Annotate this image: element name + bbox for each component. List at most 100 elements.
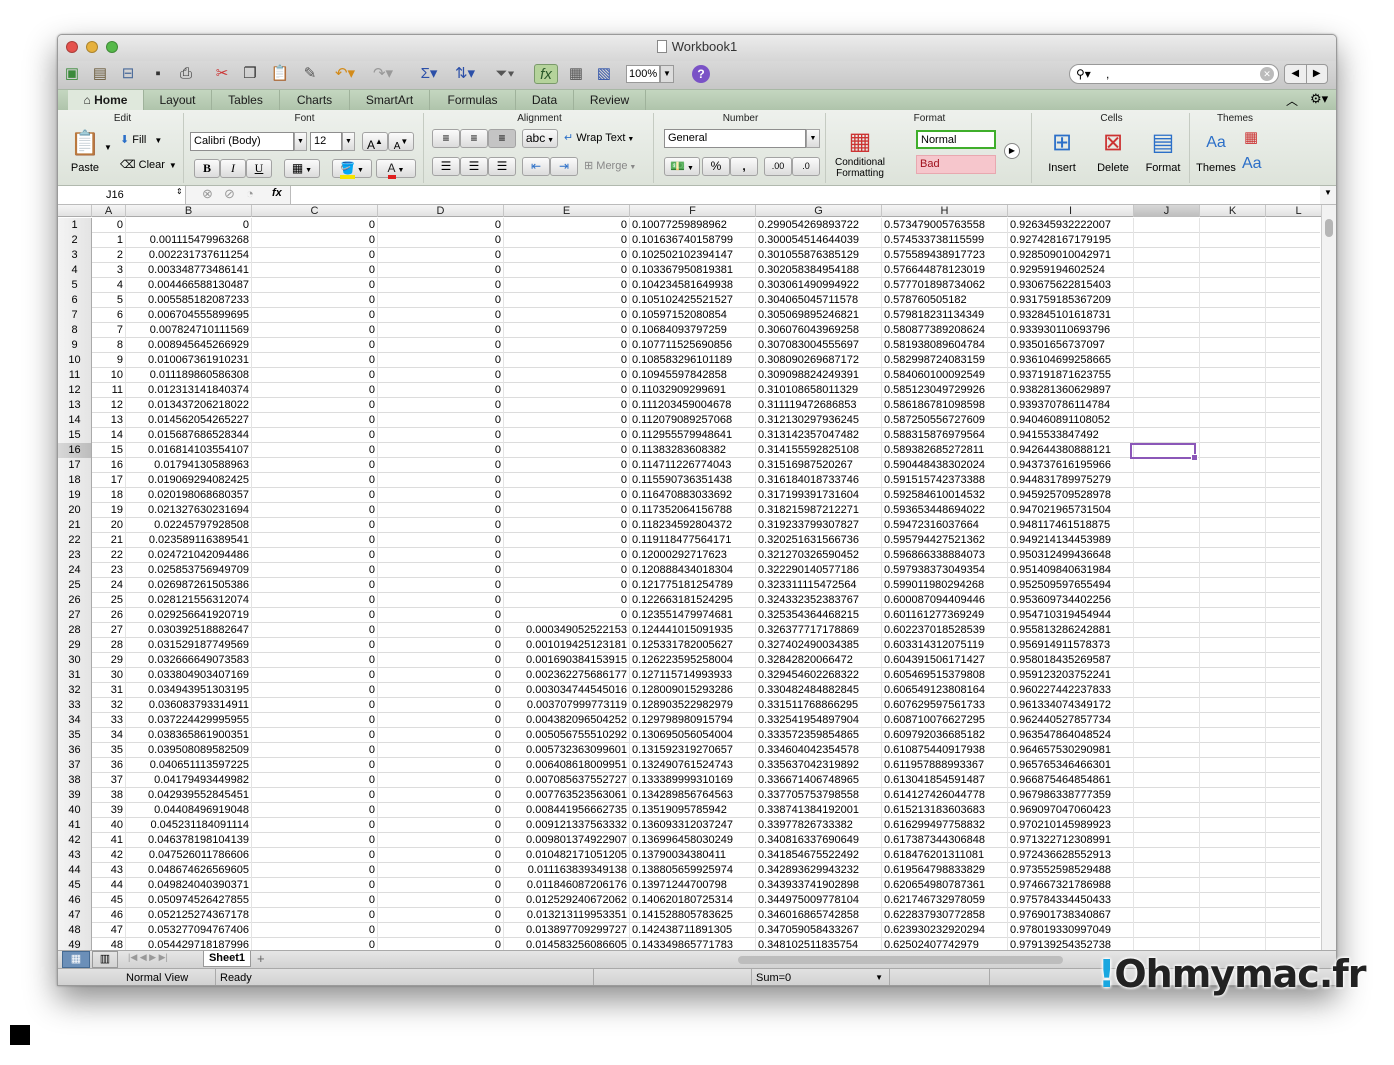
cell-h8[interactable]: 0.580877389208624 (882, 323, 1008, 338)
cell-d32[interactable]: 0 (378, 683, 504, 698)
row-header[interactable]: 23 (58, 548, 92, 563)
align-middle-icon[interactable]: ≡ (460, 129, 488, 148)
cell-h21[interactable]: 0.59472316037664 (882, 518, 1008, 533)
cell-f16[interactable]: 0.11383283608382 (630, 443, 756, 458)
cell-h5[interactable]: 0.577701898734062 (882, 278, 1008, 293)
cell-a21[interactable]: 20 (92, 518, 126, 533)
cell-b46[interactable]: 0.050974526427855 (126, 893, 252, 908)
cell-f9[interactable]: 0.107711525690856 (630, 338, 756, 353)
cell-d41[interactable]: 0 (378, 818, 504, 833)
cell-h38[interactable]: 0.613041854591487 (882, 773, 1008, 788)
cell-d6[interactable]: 0 (378, 293, 504, 308)
cell-i41[interactable]: 0.970210145989923 (1008, 818, 1134, 833)
cell-a17[interactable]: 16 (92, 458, 126, 473)
cell-c16[interactable]: 0 (252, 443, 378, 458)
name-box-stepper-icon[interactable]: ⇕ (176, 187, 183, 196)
cell-a5[interactable]: 4 (92, 278, 126, 293)
row-header[interactable]: 17 (58, 458, 92, 473)
cell-a47[interactable]: 46 (92, 908, 126, 923)
cell-e33[interactable]: 0.003707999773119 (504, 698, 630, 713)
cell-d26[interactable]: 0 (378, 593, 504, 608)
cell-k7[interactable] (1200, 308, 1266, 323)
cell-i33[interactable]: 0.961334074349172 (1008, 698, 1134, 713)
cell-i20[interactable]: 0.947021965731504 (1008, 503, 1134, 518)
cell-d9[interactable]: 0 (378, 338, 504, 353)
cell-k2[interactable] (1200, 233, 1266, 248)
currency-button[interactable]: 💵 ▼ (664, 157, 700, 176)
cell-e12[interactable]: 0 (504, 383, 630, 398)
cell-f21[interactable]: 0.118234592804372 (630, 518, 756, 533)
cell-f22[interactable]: 0.119118477564171 (630, 533, 756, 548)
row-header[interactable]: 2 (58, 233, 92, 248)
cell-j12[interactable] (1134, 383, 1200, 398)
cell-e36[interactable]: 0.005732363099601 (504, 743, 630, 758)
themes-button[interactable]: Aa Themes (1196, 127, 1236, 177)
save-icon[interactable]: ▪ (148, 64, 168, 84)
cell-c45[interactable]: 0 (252, 878, 378, 893)
expand-formula-icon[interactable]: ▼ (1324, 188, 1332, 197)
font-name-select[interactable]: Calibri (Body) (190, 132, 294, 151)
cell-g29[interactable]: 0.327402490034385 (756, 638, 882, 653)
cell-g31[interactable]: 0.329454602268322 (756, 668, 882, 683)
cell-a24[interactable]: 23 (92, 563, 126, 578)
cell-i5[interactable]: 0.930675622815403 (1008, 278, 1134, 293)
cell-e24[interactable]: 0 (504, 563, 630, 578)
cell-b32[interactable]: 0.034943951303195 (126, 683, 252, 698)
cell-d15[interactable]: 0 (378, 428, 504, 443)
name-box[interactable]: J16 (58, 186, 186, 204)
cell-j4[interactable] (1134, 263, 1200, 278)
row-header[interactable]: 5 (58, 278, 92, 293)
style-bad[interactable]: Bad (916, 155, 996, 174)
cancel-formula-icon[interactable]: ⊗ (202, 186, 213, 202)
cell-c32[interactable]: 0 (252, 683, 378, 698)
percent-button[interactable]: % (702, 157, 730, 176)
cell-a31[interactable]: 30 (92, 668, 126, 683)
number-format-select[interactable]: General (664, 129, 806, 148)
copy-icon[interactable]: ❐ (240, 64, 260, 84)
cell-a28[interactable]: 27 (92, 623, 126, 638)
zoom-input[interactable]: 100% (626, 65, 660, 83)
cell-i42[interactable]: 0.971322712308991 (1008, 833, 1134, 848)
cell-h29[interactable]: 0.603314312075119 (882, 638, 1008, 653)
cell-a22[interactable]: 21 (92, 533, 126, 548)
cell-e46[interactable]: 0.012529240672062 (504, 893, 630, 908)
cell-a23[interactable]: 22 (92, 548, 126, 563)
cell-a26[interactable]: 25 (92, 593, 126, 608)
cell-d36[interactable]: 0 (378, 743, 504, 758)
cell-a2[interactable]: 1 (92, 233, 126, 248)
cell-k18[interactable] (1200, 473, 1266, 488)
row-header[interactable]: 35 (58, 728, 92, 743)
cell-j2[interactable] (1134, 233, 1200, 248)
cell-a18[interactable]: 17 (92, 473, 126, 488)
cell-d4[interactable]: 0 (378, 263, 504, 278)
cell-h45[interactable]: 0.620654980787361 (882, 878, 1008, 893)
cell-d42[interactable]: 0 (378, 833, 504, 848)
cell-h7[interactable]: 0.579818231134349 (882, 308, 1008, 323)
cell-e21[interactable]: 0 (504, 518, 630, 533)
cell-c12[interactable]: 0 (252, 383, 378, 398)
format-cells-button[interactable]: ▤ Format (1138, 127, 1188, 177)
cell-c39[interactable]: 0 (252, 788, 378, 803)
cell-e44[interactable]: 0.011163839349138 (504, 863, 630, 878)
font-color-button[interactable]: A ▼ (376, 159, 416, 179)
cell-d48[interactable]: 0 (378, 923, 504, 938)
spreadsheet-grid[interactable]: ABCDEFGHIJKL 1 0 0 0 0 0 0.10077259898962 0.299… (58, 205, 1336, 950)
zoom-button[interactable] (106, 41, 118, 53)
cell-h22[interactable]: 0.595794427521362 (882, 533, 1008, 548)
cell-c38[interactable]: 0 (252, 773, 378, 788)
decrease-indent-icon[interactable]: ⇤ (522, 157, 550, 176)
cell-e20[interactable]: 0 (504, 503, 630, 518)
cell-a8[interactable]: 7 (92, 323, 126, 338)
cell-c23[interactable]: 0 (252, 548, 378, 563)
cell-f39[interactable]: 0.134289856764563 (630, 788, 756, 803)
cell-i19[interactable]: 0.945925709528978 (1008, 488, 1134, 503)
cell-e48[interactable]: 0.013897709299727 (504, 923, 630, 938)
cell-e25[interactable]: 0 (504, 578, 630, 593)
cell-h41[interactable]: 0.616299497758832 (882, 818, 1008, 833)
cell-b3[interactable]: 0.002231737611254 (126, 248, 252, 263)
select-all-corner[interactable] (58, 205, 92, 217)
cell-b30[interactable]: 0.032666649073583 (126, 653, 252, 668)
cell-i21[interactable]: 0.948117461518875 (1008, 518, 1134, 533)
print-icon[interactable]: ⎙ (176, 64, 196, 84)
cell-e9[interactable]: 0 (504, 338, 630, 353)
